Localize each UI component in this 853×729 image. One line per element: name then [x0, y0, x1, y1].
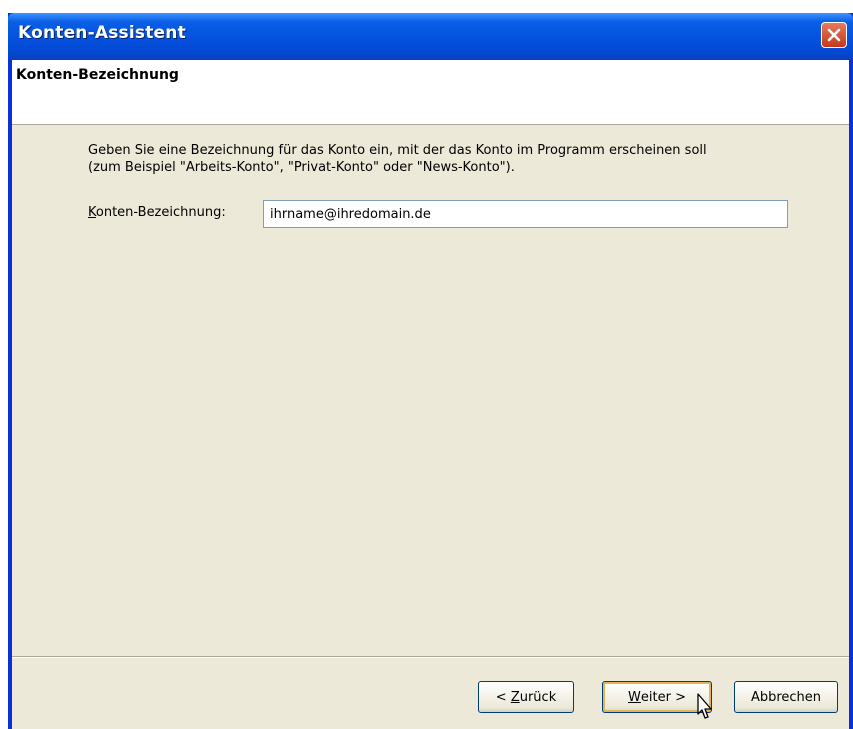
back-prefix: <	[495, 689, 511, 705]
mouse-pointer-icon	[697, 693, 712, 719]
cancel-label: Abbrechen	[750, 689, 822, 705]
dialog-body: Konten-Bezeichnung Geben Sie eine Bezeic…	[12, 60, 849, 729]
page-title: Konten-Bezeichnung	[16, 67, 179, 83]
account-name-label: Konten-Bezeichnung:	[88, 205, 226, 220]
instruction-line-1: Geben Sie eine Bezeichnung für das Konto…	[88, 143, 707, 158]
title-bar[interactable]: Konten-Assistent	[8, 13, 853, 60]
accelerator-key: K	[88, 205, 96, 220]
header-band: Konten-Bezeichnung	[12, 60, 849, 125]
window-title: Konten-Assistent	[18, 23, 186, 43]
instruction-text: Geben Sie eine Bezeichnung für das Konto…	[88, 142, 828, 176]
back-accelerator: Z	[510, 689, 520, 705]
close-icon	[827, 28, 841, 42]
label-text: onten-Bezeichnung:	[95, 205, 226, 220]
back-button[interactable]: < Zurück	[478, 681, 574, 713]
next-label: eiter >	[640, 689, 686, 705]
instruction-line-2: (zum Beispiel "Arbeits-Konto", "Privat-K…	[88, 160, 515, 175]
wizard-window: Konten-Assistent Konten-Bezeichnung Gebe…	[8, 13, 853, 729]
close-button[interactable]	[821, 22, 847, 48]
cancel-button[interactable]: Abbrechen	[734, 681, 838, 713]
account-name-input[interactable]	[263, 200, 788, 228]
next-accelerator: W	[628, 689, 641, 705]
footer-divider	[12, 656, 849, 658]
back-label: urück	[519, 689, 557, 705]
